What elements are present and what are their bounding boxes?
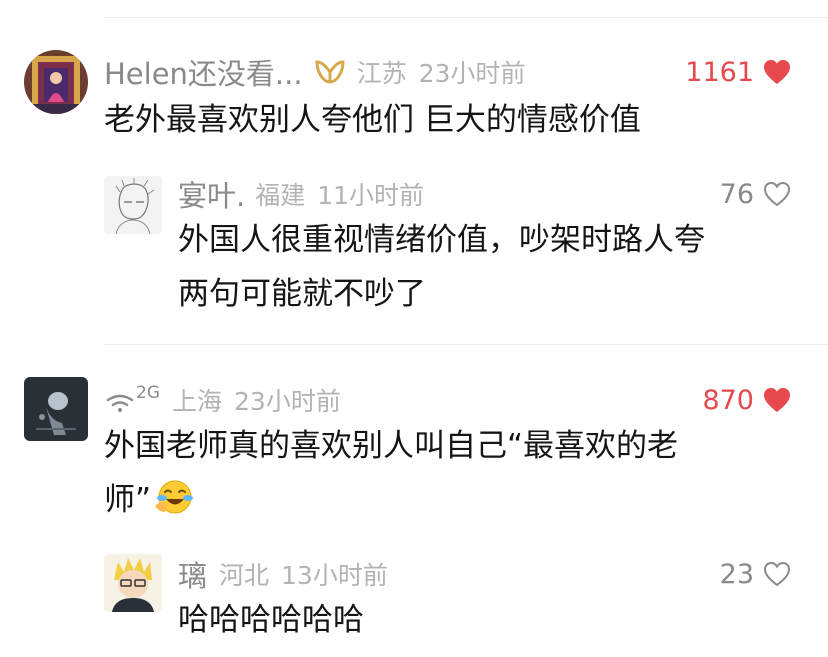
avatar[interactable] [104,554,162,612]
like-button[interactable]: 1161 [685,54,792,90]
timestamp: 11小时前 [317,181,425,210]
like-button[interactable]: 870 [702,382,792,418]
heart-outline-icon [763,561,791,587]
like-button[interactable]: 23 [720,556,792,592]
avatar[interactable] [24,377,88,441]
reply-header: 璃 河北 13小时前 [178,553,388,595]
avatar[interactable] [104,176,162,234]
heart-filled-icon [764,60,790,84]
location: 江苏 [356,59,407,88]
reply-text: 哈哈哈哈哈哈 [178,602,364,638]
timestamp: 23小时前 [234,387,341,416]
like-count: 1161 [685,56,754,88]
comment-text-line-2: 师” [104,482,152,518]
reply-header: 宴叶. 福建 11小时前 [178,173,425,215]
comment-text: 老外最喜欢别人夸他们 巨大的情感价值 [104,102,641,138]
like-button[interactable]: 76 [720,176,792,212]
username[interactable]: Helen还没看... [104,51,303,93]
reply-text-line-1: 外国人很重视情绪价值，吵架时路人夸 [178,222,705,258]
timestamp: 13小时前 [281,561,388,590]
wifi-2g-icon[interactable]: 2G [104,383,160,414]
comment-header: 2G 上海 23小时前 [104,382,341,418]
username[interactable]: 璃 [178,553,207,595]
location: 河北 [219,561,270,590]
laughing-crying-emoji-icon [155,476,195,516]
location: 上海 [172,387,223,416]
like-count: 870 [702,384,754,416]
avatar[interactable] [24,50,88,114]
heart-filled-icon [764,388,790,412]
comment-header: Helen还没看... 江苏 23小时前 [104,51,526,93]
reply-text-line-2: 两句可能就不吵了 [178,276,426,312]
thread-divider [104,344,828,345]
comment-text-line-2-wrap: 师” [104,474,195,526]
heart-outline-icon [763,181,791,207]
like-count: 76 [719,178,754,210]
timestamp: 23小时前 [418,59,526,88]
network-label: 2G [136,383,160,403]
like-count: 23 [719,558,754,590]
location: 福建 [255,181,306,210]
vip-ribbon-icon [313,58,347,86]
username[interactable]: 宴叶. [178,173,245,215]
comment-text-line-1: 外国老师真的喜欢别人叫自己“最喜欢的老 [104,428,679,464]
top-divider [104,17,828,18]
